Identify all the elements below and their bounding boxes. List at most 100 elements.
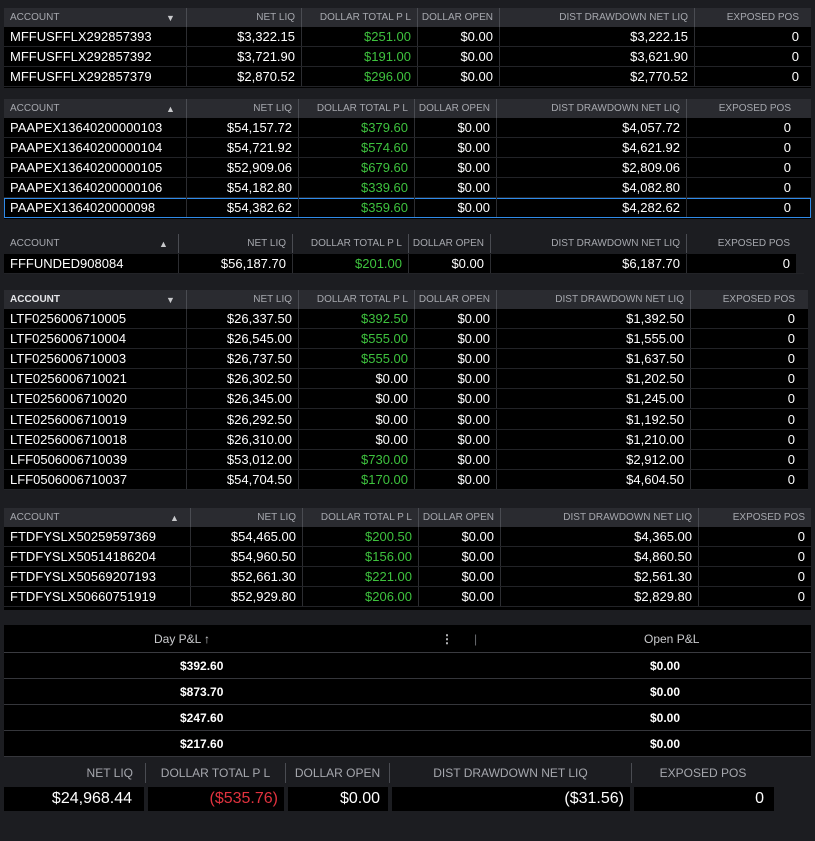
table-row[interactable]: FTDFYSLX50660751919 $52,929.80 $206.00 $0.0… [4, 587, 811, 607]
col-header-dist-drawdown[interactable]: DIST DRAWDOWN NET LIQ [496, 99, 686, 118]
table-row[interactable]: PAAPEX13640200000103 $54,157.72 $379.60 $0.… [4, 118, 811, 138]
col-header-dollar-open[interactable]: DOLLAR OPEN [414, 99, 496, 118]
col-header-dist-drawdown[interactable]: DIST DRAWDOWN NET LIQ [496, 290, 690, 309]
cell-dist-drawdown: $4,860.50 [500, 547, 698, 566]
cell-net-liq: $53,012.00 [186, 449, 298, 469]
table-row[interactable]: LTF0256006710003 $26,737.50 $555.00 $0.00 $1… [4, 349, 808, 370]
cell-account: PAAPEX13640200000105 [10, 160, 163, 175]
table-row[interactable]: FFFUNDED908084 $56,187.70 $201.00 $0.00 $6,1… [4, 254, 804, 274]
col-header-exposed-pos[interactable]: EXPOSED POS [698, 508, 811, 527]
col-header-net-liq[interactable]: NET LIQ [178, 234, 292, 253]
cell-dollar-open: $0.00 [418, 587, 500, 606]
cell-dollar-total-pl: $730.00 [298, 449, 414, 469]
cell-account: LTE0256006710019 [10, 411, 127, 427]
cell-exposed-pos: 0 [698, 587, 811, 606]
col-header-account[interactable]: ACCOUNT [4, 234, 178, 253]
table-row[interactable]: LTE0256006710018 $26,310.00 $0.00 $0.00 $1,2… [4, 429, 808, 450]
col-header-dist-drawdown[interactable]: DIST DRAWDOWN NET LIQ [490, 234, 686, 253]
cell-dist-drawdown: $1,392.50 [496, 309, 690, 329]
col-header-dollar-total-pl[interactable]: DOLLAR TOTAL P L [292, 234, 408, 253]
pnl-row[interactable]: $247.60 $0.00 [4, 705, 811, 731]
table-row[interactable]: PAAPEX13640200000106 $54,182.80 $339.60 $0.… [4, 178, 811, 198]
col-header-exposed-pos[interactable]: EXPOSED POS [690, 290, 801, 309]
cell-dist-drawdown: $4,365.00 [500, 527, 698, 546]
cell-net-liq: $3,721.90 [186, 47, 301, 66]
col-header-account[interactable]: ACCOUNT [4, 8, 186, 27]
table-row[interactable]: MFFUSFFLX292857379 $2,870.52 $296.00 $0.00 $… [4, 67, 811, 87]
cell-dollar-open: $0.00 [418, 567, 500, 586]
table-row[interactable]: FTDFYSLX50569207193 $52,661.30 $221.00 $0.0… [4, 567, 811, 587]
cell-account: MFFUSFFLX292857392 [10, 49, 152, 64]
col-header-dist-drawdown[interactable]: DIST DRAWDOWN NET LIQ [500, 508, 698, 527]
cell-net-liq: $54,704.50 [186, 469, 298, 489]
cell-net-liq: $2,870.52 [186, 67, 301, 86]
col-header-net-liq[interactable]: NET LIQ [186, 99, 298, 118]
cell-dist-drawdown: $3,222.15 [499, 27, 694, 46]
cell-exposed-pos: 0 [690, 369, 801, 389]
col-header-dist-drawdown[interactable]: DIST DRAWDOWN NET LIQ [499, 8, 694, 27]
table-row[interactable]: MFFUSFFLX292857393 $3,322.15 $251.00 $0.00 $… [4, 27, 811, 47]
col-header-day-pl[interactable]: Day P&L [154, 625, 201, 653]
col-header-dollar-open[interactable]: DOLLAR OPEN [417, 8, 499, 27]
table-row[interactable]: FTDFYSLX50514186204 $54,960.50 $156.00 $0.0… [4, 547, 811, 567]
cell-net-liq: $54,182.80 [186, 178, 298, 197]
cell-day-pl: $873.70 [180, 685, 224, 699]
cell-exposed-pos: 0 [690, 409, 801, 429]
table-row[interactable]: LTF0256006710005 $26,337.50 $392.50 $0.00 $1… [4, 309, 808, 330]
cell-exposed-pos: 0 [686, 254, 796, 273]
col-header-net-liq[interactable]: NET LIQ [186, 8, 301, 27]
cell-dist-drawdown: $1,555.00 [496, 329, 690, 349]
col-header-account[interactable]: ACCOUNT [4, 508, 190, 527]
table-row[interactable]: LTE0256006710021 $26,302.50 $0.00 $0.00 $1,2… [4, 369, 808, 390]
col-header-dollar-open[interactable]: DOLLAR OPEN [418, 508, 500, 527]
col-header-account[interactable]: ACCOUNT [4, 290, 186, 309]
column-resize-handle[interactable]: | [474, 625, 477, 653]
table-row[interactable]: MFFUSFFLX292857392 $3,721.90 $191.00 $0.00 $… [4, 47, 811, 67]
cell-exposed-pos: 0 [686, 178, 797, 197]
col-header-dollar-open[interactable]: DOLLAR OPEN [414, 290, 496, 309]
column-menu-icon[interactable]: ⋮ [441, 625, 453, 653]
cell-dist-drawdown: $2,829.80 [500, 587, 698, 606]
totals-bar: NET LIQ DOLLAR TOTAL P L DOLLAR OPEN DIS… [4, 763, 774, 811]
cell-dollar-total-pl: $555.00 [298, 349, 414, 369]
col-header-exposed-pos[interactable]: EXPOSED POS [694, 8, 805, 27]
col-header-exposed-pos[interactable]: EXPOSED POS [686, 234, 796, 253]
sort-up-icon[interactable]: ▲ [170, 508, 179, 527]
table-row[interactable]: PAAPEX13640200000104 $54,721.92 $574.60 $0.… [4, 138, 811, 158]
table-row[interactable]: FTDFYSLX50259597369 $54,465.00 $200.50 $0.0… [4, 527, 811, 547]
table-row[interactable]: LFF0506006710039 $53,012.00 $730.00 $0.00 $2… [4, 449, 808, 470]
cell-open-pl: $0.00 [650, 737, 681, 751]
col-header-open-pl[interactable]: Open P&L [644, 625, 699, 653]
pnl-row[interactable]: $392.60 $0.00 [4, 653, 811, 679]
table-row[interactable]: LTE0256006710019 $26,292.50 $0.00 $0.00 $1,1… [4, 409, 808, 430]
table-row[interactable]: LTE0256006710020 $26,345.00 $0.00 $0.00 $1,2… [4, 389, 808, 410]
table-row[interactable]: LFF0506006710037 $54,704.50 $170.00 $0.00 $4… [4, 469, 808, 490]
sort-up-icon[interactable]: ▲ [159, 234, 168, 253]
account-grid-3: ACCOUNT ▲ NET LIQ DOLLAR TOTAL P L DOLLA… [4, 234, 804, 274]
table-row[interactable]: PAAPEX1364020000098 $54,382.62 $359.60 $0.0… [4, 198, 811, 218]
col-header-account[interactable]: ACCOUNT [4, 99, 186, 118]
col-header-dollar-open[interactable]: DOLLAR OPEN [408, 234, 490, 253]
cell-dist-drawdown: $4,621.92 [496, 138, 686, 157]
cell-net-liq: $26,345.00 [186, 389, 298, 409]
cell-account: FTDFYSLX50569207193 [10, 569, 156, 584]
sort-up-arrow-icon[interactable]: ↑ [204, 625, 210, 653]
col-header-dollar-total-pl[interactable]: DOLLAR TOTAL P L [298, 99, 414, 118]
sort-down-icon[interactable]: ▼ [166, 8, 175, 27]
sort-up-icon[interactable]: ▲ [166, 99, 175, 118]
col-header-dollar-total-pl[interactable]: DOLLAR TOTAL P L [298, 290, 414, 309]
table-row[interactable]: PAAPEX13640200000105 $52,909.06 $679.60 $0.… [4, 158, 811, 178]
total-dist-drawdown: ($31.56) [392, 787, 630, 811]
col-header-dollar-total-pl[interactable]: DOLLAR TOTAL P L [301, 8, 417, 27]
cell-dollar-total-pl: $574.60 [298, 138, 414, 157]
pnl-row[interactable]: $873.70 $0.00 [4, 679, 811, 705]
col-header-net-liq[interactable]: NET LIQ [190, 508, 302, 527]
sort-down-icon[interactable]: ▼ [166, 290, 175, 309]
pnl-row[interactable]: $217.60 $0.00 [4, 731, 811, 757]
col-header-dollar-total-pl[interactable]: DOLLAR TOTAL P L [302, 508, 418, 527]
table-row[interactable]: LTF0256006710004 $26,545.00 $555.00 $0.00 $1… [4, 329, 808, 350]
col-header-exposed-pos[interactable]: EXPOSED POS [686, 99, 797, 118]
cell-dollar-total-pl: $191.00 [301, 47, 417, 66]
col-header-net-liq[interactable]: NET LIQ [186, 290, 298, 309]
cell-dist-drawdown: $1,202.50 [496, 369, 690, 389]
